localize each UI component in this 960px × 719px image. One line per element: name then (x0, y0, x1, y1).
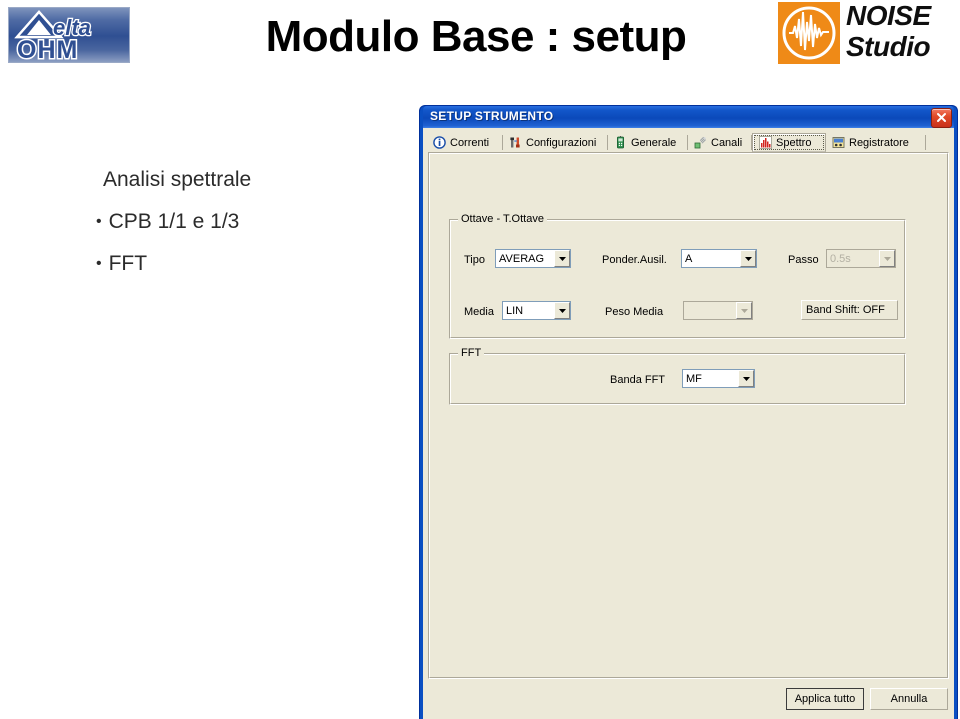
media-combobox[interactable]: LIN (502, 301, 571, 320)
passo-combobox[interactable]: 0.5s (826, 249, 896, 268)
chevron-down-icon (736, 302, 752, 319)
delta-ohm-logo: elta OHM (8, 7, 130, 63)
list-item-label: CPB 1/1 e 1/3 (108, 210, 240, 233)
banda-fft-combobox[interactable]: MF (682, 369, 755, 388)
tab-strip: Correnti Configurazioni Generale Canali … (427, 133, 950, 152)
apply-all-label: Applica tutto (794, 693, 856, 705)
label-tipo: Tipo (464, 254, 485, 266)
close-button[interactable] (931, 108, 952, 128)
tab-label: Registratore (849, 136, 909, 149)
tab-correnti[interactable]: Correnti (427, 133, 503, 152)
svg-text:OHM: OHM (17, 36, 78, 62)
passo-value: 0.5s (830, 252, 851, 265)
group-ottave: Ottave - T.Ottave Tipo AVERAG Ponder.Aus… (449, 213, 906, 339)
delta-ohm-logo-art: elta OHM (14, 10, 92, 62)
noise-studio-logo: NOISE Studio (778, 0, 956, 66)
dialog-titlebar: SETUP STRUMENTO (423, 106, 954, 128)
banda-fft-value: MF (686, 372, 702, 385)
tab-label: Correnti (450, 136, 490, 149)
bullet-glyph: • (96, 213, 102, 230)
chevron-down-icon (879, 250, 895, 267)
bullet-lead: Analisi spettrale (103, 168, 252, 191)
label-passo: Passo (788, 254, 819, 266)
bar-chart-icon (759, 136, 772, 149)
group-ottave-title: Ottave - T.Ottave (458, 213, 547, 225)
cancel-label: Annulla (890, 693, 928, 705)
noise-studio-line1: NOISE (846, 0, 931, 31)
tipo-combobox[interactable]: AVERAG (495, 249, 571, 268)
label-banda-fft: Banda FFT (610, 374, 666, 386)
ponder-ausil-value: A (685, 252, 693, 265)
recorder-icon (832, 137, 845, 148)
tab-configurazioni[interactable]: Configurazioni (503, 133, 608, 152)
tab-content-panel: Ottave - T.Ottave Tipo AVERAG Ponder.Aus… (428, 152, 949, 679)
page-title: Modulo Base : setup (265, 12, 687, 61)
tab-label: Configurazioni (526, 136, 597, 149)
list-item: • FFT (96, 252, 396, 276)
noise-studio-line2: Studio (846, 31, 931, 62)
band-shift-label: Band Shift: OFF (806, 304, 885, 316)
tab-label: Spettro (776, 136, 812, 149)
cancel-button[interactable]: Annulla (870, 688, 948, 710)
waveform-icon (782, 6, 836, 60)
group-fft: FFT Banda FFT MF (449, 347, 906, 405)
tab-label: Canali (711, 136, 743, 149)
setup-dialog-window: SETUP STRUMENTO Correnti Configurazioni … (419, 105, 958, 719)
noise-studio-badge (778, 2, 840, 64)
close-icon (937, 113, 946, 122)
dialog-body: Correnti Configurazioni Generale Canali … (423, 128, 954, 719)
ponder-ausil-combobox[interactable]: A (681, 249, 757, 268)
peso-media-combobox[interactable] (683, 301, 753, 320)
label-media: Media (464, 306, 494, 318)
apply-all-button[interactable]: Applica tutto (786, 688, 864, 710)
chevron-down-icon (554, 302, 570, 319)
list-item-label: FFT (108, 252, 148, 275)
media-value: LIN (506, 304, 524, 317)
chevron-down-icon (738, 370, 754, 387)
tab-canali[interactable]: Canali (688, 133, 752, 152)
device-icon (617, 136, 624, 149)
tab-registratore[interactable]: Registratore (826, 133, 926, 152)
label-peso-media: Peso Media (605, 306, 664, 318)
list-item: • CPB 1/1 e 1/3 (96, 210, 396, 234)
chevron-down-icon (740, 250, 756, 267)
band-shift-button[interactable]: Band Shift: OFF (801, 300, 898, 320)
noise-studio-wordmark: NOISE Studio (846, 0, 956, 62)
chevron-down-icon (554, 250, 570, 267)
bullet-list: Analisi spettrale • CPB 1/1 e 1/3 • FFT (96, 168, 396, 294)
bullet-glyph: • (96, 255, 102, 272)
slide-header: elta OHM Modulo Base : setup NOISE Studi… (0, 0, 960, 92)
group-fft-title: FFT (458, 347, 485, 359)
dialog-title: SETUP STRUMENTO (430, 109, 554, 123)
tools-icon (510, 137, 520, 148)
tab-label: Generale (631, 136, 677, 149)
tab-spettro[interactable]: Spettro (752, 133, 826, 152)
label-ponder-ausil: Ponder.Ausil. (602, 254, 667, 266)
info-icon (433, 136, 446, 149)
tipo-value: AVERAG (499, 252, 545, 265)
channels-icon (694, 136, 706, 149)
tab-generale[interactable]: Generale (608, 133, 688, 152)
